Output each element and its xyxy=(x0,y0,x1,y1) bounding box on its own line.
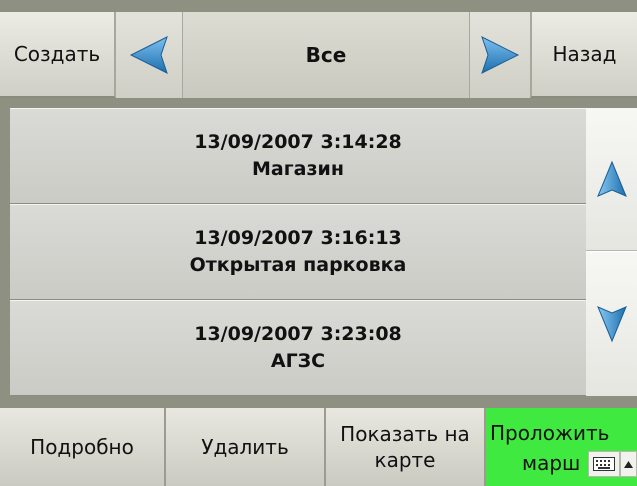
list-item[interactable]: 13/09/2007 3:14:28 Магазин xyxy=(10,108,586,204)
keyboard-icon xyxy=(593,457,615,471)
build-route-label-line1: Проложить xyxy=(490,421,610,445)
details-button[interactable]: Подробно xyxy=(0,408,166,486)
filter-selector[interactable]: Все xyxy=(182,12,470,98)
prev-filter-button[interactable] xyxy=(116,12,182,98)
item-datetime: 13/09/2007 3:14:28 xyxy=(194,131,402,153)
details-button-label: Подробно xyxy=(30,435,134,459)
arrow-up-icon xyxy=(596,160,627,197)
item-datetime: 13/09/2007 3:16:13 xyxy=(194,227,402,249)
arrow-left-icon xyxy=(129,36,168,74)
item-datetime: 13/09/2007 3:23:08 xyxy=(194,323,402,345)
caret-up-icon xyxy=(624,460,633,468)
scroll-up-button[interactable] xyxy=(586,108,637,251)
filter-label: Все xyxy=(305,43,347,67)
waypoint-list: 13/09/2007 3:14:28 Магазин 13/09/2007 3:… xyxy=(10,108,586,396)
keyboard-toggle[interactable] xyxy=(588,451,620,477)
item-name: Магазин xyxy=(252,158,344,180)
show-on-map-label-line1: Показать на xyxy=(340,422,470,446)
list-item[interactable]: 13/09/2007 3:23:08 АГЗС xyxy=(10,300,586,396)
show-on-map-label-line2: карте xyxy=(374,448,436,472)
action-bar: Подробно Удалить Показать на карте Проло… xyxy=(0,408,637,486)
back-button[interactable]: Назад xyxy=(530,12,637,98)
scrollbar xyxy=(586,108,637,396)
build-route-label-line2: марш xyxy=(522,451,581,475)
show-on-map-button[interactable]: Показать на карте xyxy=(326,408,486,486)
arrow-down-icon xyxy=(596,306,627,343)
delete-button[interactable]: Удалить xyxy=(166,408,326,486)
delete-button-label: Удалить xyxy=(201,435,289,459)
top-bar: Создать Все Назад xyxy=(0,0,637,98)
input-panel-toggle[interactable] xyxy=(620,451,637,477)
scroll-down-button[interactable] xyxy=(586,251,637,396)
item-name: АГЗС xyxy=(270,350,326,372)
create-button[interactable]: Создать xyxy=(0,12,116,98)
arrow-right-icon xyxy=(481,36,520,74)
back-button-label: Назад xyxy=(552,42,617,66)
list-item[interactable]: 13/09/2007 3:16:13 Открытая парковка xyxy=(10,204,586,300)
item-name: Открытая парковка xyxy=(189,254,407,276)
create-button-label: Создать xyxy=(13,42,101,66)
next-filter-button[interactable] xyxy=(470,12,530,98)
